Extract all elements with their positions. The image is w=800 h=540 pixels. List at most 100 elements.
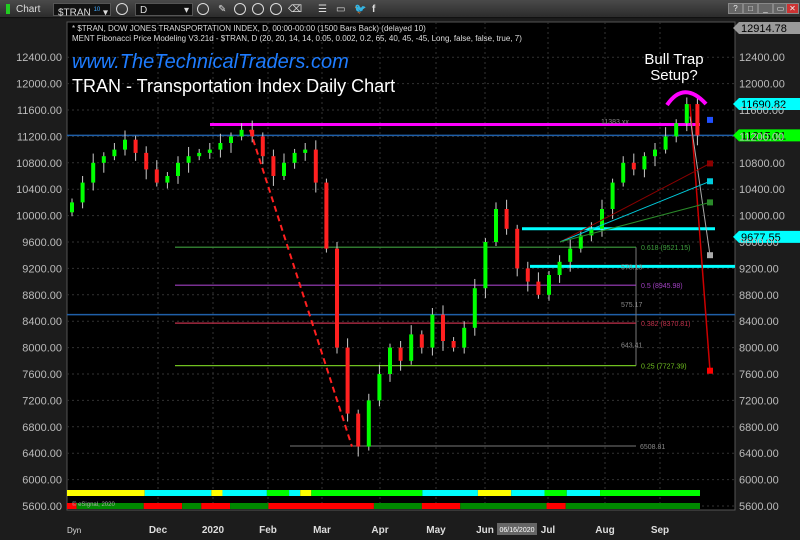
range-label: 578.13 <box>621 264 643 271</box>
symbol-value: $TRAN <box>58 7 91 19</box>
indicator-segment <box>144 490 212 496</box>
restore-button[interactable]: □ <box>743 3 758 14</box>
list-icon[interactable]: ☰ <box>318 3 327 16</box>
y-tick-right: 10400.00 <box>739 184 785 196</box>
symbol-badge: 10 <box>93 7 101 13</box>
facebook-icon[interactable]: f <box>372 3 375 16</box>
candle-body <box>154 169 159 183</box>
y-tick-right: 11600.00 <box>739 105 784 117</box>
dyn-label[interactable]: Dyn <box>67 526 81 535</box>
candle-body <box>123 139 127 150</box>
fib-level-label: 0.382 (8370.81) <box>641 321 690 328</box>
candle-body <box>80 182 85 203</box>
candle-body <box>377 374 382 401</box>
y-tick-left: 7200.00 <box>22 395 62 407</box>
candle-body <box>70 202 74 213</box>
candle-body <box>472 288 477 328</box>
y-tick-right: 10000.00 <box>739 211 785 223</box>
candle-body <box>483 242 488 289</box>
fib-level-label: 0.5 (8945.98) <box>641 283 683 290</box>
indicator-segment <box>268 503 374 509</box>
y-tick-right: 8400.00 <box>739 316 779 328</box>
candle-body <box>366 400 371 447</box>
candle-body <box>642 156 647 170</box>
indicator-segment <box>211 490 223 496</box>
candle-body <box>292 152 297 163</box>
candle-body <box>335 248 339 348</box>
x-tick: Feb <box>259 525 277 536</box>
price-badge-label: 12914.78 <box>741 23 787 35</box>
cursor-date: 06/16/2020 <box>499 527 534 534</box>
annotation-line1: Bull Trap <box>644 51 703 68</box>
range-label: 575.17 <box>621 302 643 309</box>
price-chart[interactable]: 0.618 (9521.15) 0.5 (8945.98) 0.382 (8370.… <box>0 19 800 540</box>
y-tick-left: 10000.00 <box>16 211 62 223</box>
target-marker <box>707 367 713 374</box>
y-tick-left: 12000.00 <box>16 79 62 91</box>
indicator-segment <box>182 503 202 509</box>
y-tick-left: 10400.00 <box>16 184 62 196</box>
candle-body <box>324 182 329 249</box>
candle-body <box>112 149 117 157</box>
help-button[interactable]: ? <box>728 3 743 14</box>
comment-icon[interactable]: ▭ <box>336 3 345 16</box>
indicator-segment <box>546 503 566 509</box>
twitter-icon[interactable]: 🐦 <box>354 3 366 16</box>
y-tick-right: 6000.00 <box>739 475 779 487</box>
copyright: © eSignal, 2020 <box>72 501 115 508</box>
candle-body <box>91 162 96 183</box>
y-tick-right: 12400.00 <box>739 52 785 64</box>
indicator-segment <box>544 490 567 496</box>
y-tick-left: 8400.00 <box>22 316 62 328</box>
trend-icon[interactable] <box>234 3 246 15</box>
candle-body <box>557 261 562 275</box>
app-label: Chart <box>16 4 41 15</box>
candle-body <box>684 104 689 124</box>
fib-level-label: 0.618 (9521.15) <box>641 245 690 252</box>
pencil-icon[interactable]: ✎ <box>218 3 226 16</box>
alert-icon[interactable] <box>270 3 282 15</box>
y-tick-left: 8000.00 <box>22 343 62 355</box>
candle-body <box>356 413 361 447</box>
candle-body <box>409 334 414 361</box>
y-tick-right: 12000.00 <box>739 79 785 91</box>
x-tick: May <box>426 525 446 536</box>
y-tick-left: 8800.00 <box>22 290 62 302</box>
candle-body <box>419 334 424 348</box>
fib-level-label: 0.25 (7727.39) <box>641 364 687 371</box>
play-icon[interactable] <box>252 3 264 15</box>
interval-select[interactable]: D ▾ <box>135 3 193 16</box>
candle-body <box>229 136 233 143</box>
link-icon[interactable] <box>116 3 128 15</box>
close-button[interactable]: ✕ <box>786 3 799 14</box>
candle-body <box>165 176 170 183</box>
y-tick-left: 9200.00 <box>22 263 62 275</box>
minimize-button[interactable]: _ <box>758 3 773 14</box>
clock-icon[interactable] <box>197 3 209 15</box>
indicator-segment <box>266 490 290 496</box>
y-tick-right: 9200.00 <box>739 263 779 275</box>
indicator-segment <box>230 503 269 509</box>
indicator-segment <box>300 490 312 496</box>
indicator-segment <box>201 503 231 509</box>
candle-body <box>133 139 138 153</box>
eraser-icon[interactable]: ⌫ <box>288 3 302 16</box>
range-label: 6508.81 <box>640 444 665 451</box>
y-tick-left: 10800.00 <box>16 158 62 170</box>
y-tick-right: 8800.00 <box>739 290 779 302</box>
y-tick-left: 5600.00 <box>22 501 62 513</box>
x-tick: Dec <box>149 525 168 536</box>
y-tick-right: 5600.00 <box>739 501 779 513</box>
toolbar: Chart $TRAN 10 ▾ D ▾ ✎ ⌫ ☰ ▭ 🐦 f ? □ _ ▭… <box>0 0 800 18</box>
candle-body <box>186 156 191 163</box>
symbol-input[interactable]: $TRAN 10 ▾ <box>53 3 111 19</box>
interval-value: D <box>140 5 148 16</box>
y-tick-left: 6800.00 <box>22 422 62 434</box>
y-tick-left: 6400.00 <box>22 448 62 460</box>
x-tick: Jun <box>476 525 494 536</box>
candle-body <box>547 275 551 295</box>
candle-body <box>631 162 636 170</box>
header-line2: MENT Fibonacci Price Modeling V3.21d - $… <box>72 34 522 43</box>
indicator-segment <box>222 490 267 496</box>
candle-body <box>653 149 657 157</box>
